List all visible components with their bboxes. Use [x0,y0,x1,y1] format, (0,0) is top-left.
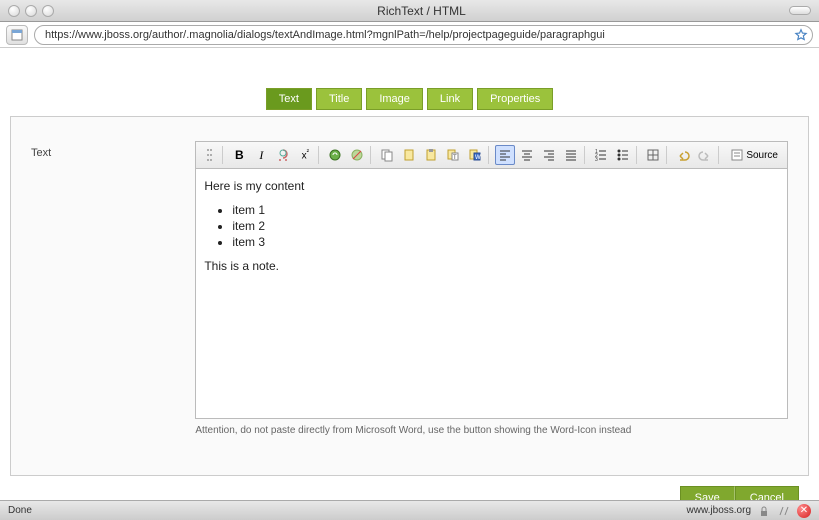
tab-title[interactable]: Title [316,88,362,110]
svg-text:W: W [475,155,481,161]
error-icon[interactable]: ✕ [797,504,811,518]
minimize-window-button[interactable] [25,5,37,17]
editor-paragraph: Here is my content [204,179,779,193]
tab-panel: Text B I x² T W [10,116,809,476]
window-controls [8,5,54,17]
undo-button[interactable] [673,145,693,165]
page-tab-icon[interactable] [6,25,28,45]
unlink-button[interactable] [347,145,367,165]
dialog-tabs: Text Title Image Link Properties [10,88,809,110]
tab-link[interactable]: Link [427,88,473,110]
numbered-list-button[interactable]: 123 [591,145,611,165]
special-char-button[interactable] [273,145,293,165]
toolbar-grip-icon [199,145,219,165]
close-window-button[interactable] [8,5,20,17]
list-item: item 2 [232,219,779,233]
window-titlebar: RichText / HTML [0,0,819,22]
field-label: Text [31,141,195,159]
paste-button[interactable] [421,145,441,165]
paste-word-button[interactable]: W [465,145,485,165]
align-right-button[interactable] [539,145,559,165]
italic-button[interactable]: I [251,145,271,165]
script-icon [777,504,791,518]
status-bar: Done www.jboss.org ✕ [0,500,819,520]
window-title: RichText / HTML [54,4,789,18]
editor-list: item 1 item 2 item 3 [232,203,779,249]
lock-icon [757,504,771,518]
window-pill-button[interactable] [789,6,811,15]
tab-properties[interactable]: Properties [477,88,553,110]
cut-button[interactable] [399,145,419,165]
status-text: Done [8,505,32,516]
tab-image[interactable]: Image [366,88,423,110]
richtext-editor[interactable]: Here is my content item 1 item 2 item 3 … [195,169,788,419]
align-center-button[interactable] [517,145,537,165]
address-bar: https://www.jboss.org/author/.magnolia/d… [0,22,819,48]
bold-button[interactable]: B [229,145,249,165]
tab-text[interactable]: Text [266,88,312,110]
list-item: item 3 [232,235,779,249]
table-button[interactable] [643,145,663,165]
link-button[interactable] [325,145,345,165]
status-host: www.jboss.org [687,505,751,516]
editor-paragraph: This is a note. [204,259,779,273]
list-item: item 1 [232,203,779,217]
paste-text-button[interactable]: T [443,145,463,165]
svg-text:T: T [453,155,457,161]
align-justify-button[interactable] [561,145,581,165]
svg-text:3: 3 [595,157,598,162]
align-left-button[interactable] [495,145,515,165]
url-field[interactable]: https://www.jboss.org/author/.magnolia/d… [34,25,813,45]
editor-toolbar: B I x² T W [195,141,788,169]
bookmark-star-icon[interactable] [794,28,808,42]
copy-button[interactable] [377,145,397,165]
superscript-button[interactable]: x² [295,145,315,165]
source-button[interactable]: Source [725,145,784,165]
bullet-list-button[interactable] [613,145,633,165]
zoom-window-button[interactable] [42,5,54,17]
field-hint: Attention, do not paste directly from Mi… [195,425,788,436]
redo-button[interactable] [695,145,715,165]
url-text: https://www.jboss.org/author/.magnolia/d… [45,29,605,41]
